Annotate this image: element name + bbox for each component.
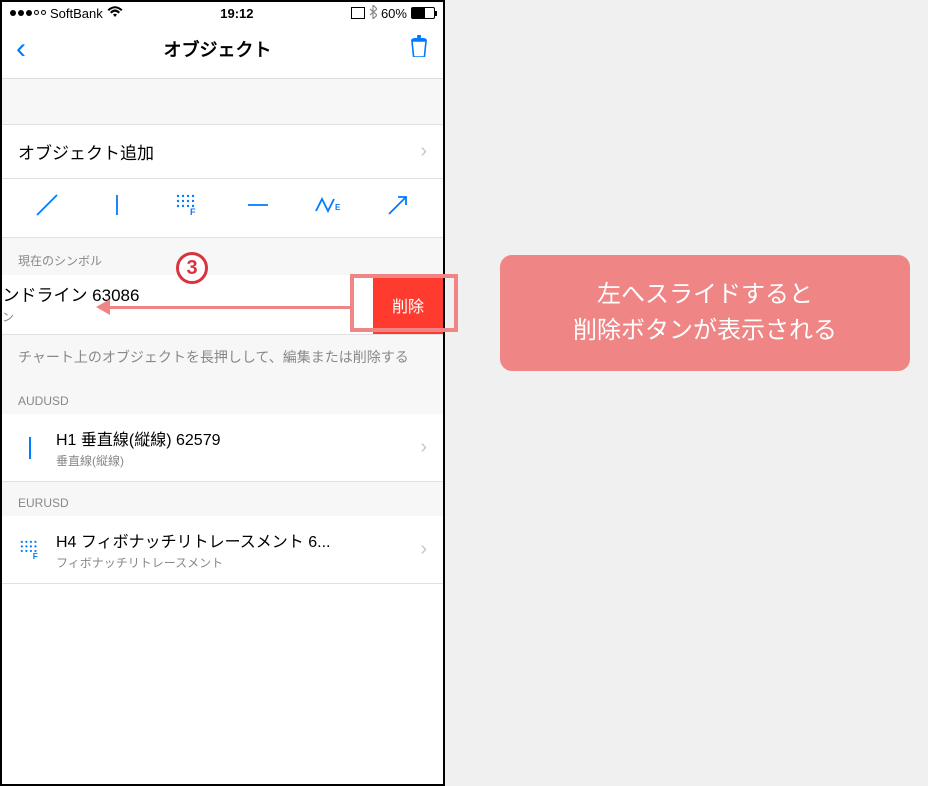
trash-button[interactable] [409,35,429,63]
trendline-tool-icon[interactable] [27,193,67,223]
status-bar: SoftBank 19:12 60% [2,2,443,24]
status-time: 19:12 [220,6,253,21]
signal-strength-icon [10,10,46,16]
object-subtitle: フィボナッチリトレースメント [56,554,406,571]
arrow-tool-icon[interactable] [378,193,418,223]
fibonacci-icon: F [18,540,42,560]
page-title: オブジェクト [164,36,272,62]
vertical-line-icon [18,437,42,459]
spacer [2,79,443,125]
wifi-icon [107,5,123,21]
add-object-row[interactable]: オブジェクト追加 › [2,125,443,179]
callout-line-2: 削除ボタンが表示される [530,313,880,349]
back-button[interactable]: ‹ [16,34,26,64]
chevron-right-icon: › [420,140,427,163]
svg-text:F: F [33,552,38,560]
delete-button[interactable]: 削除 [373,275,443,334]
section-header-audusd: AUDUSD [2,380,443,414]
swiped-item-subtitle: レンドライン [0,308,322,325]
chevron-right-icon: › [420,538,427,561]
object-row-eurusd-0[interactable]: F H4 フィボナッチリトレースメント 6... フィボナッチリトレースメント … [2,516,443,584]
vertical-line-tool-icon[interactable] [97,193,137,223]
fibonacci-tool-icon[interactable]: F [167,194,207,222]
svg-text:F: F [190,207,196,216]
annotation-callout: 左へスライドすると 削除ボタンが表示される [500,255,910,371]
phone-frame: SoftBank 19:12 60% ‹ オブジェクト オブジェクト追加 › [0,0,445,786]
delete-button-label: 削除 [392,293,424,317]
hint-text: チャート上のオブジェクトを長押しして、編集または削除する [2,335,443,380]
annotation-arrow [100,306,350,309]
chevron-right-icon: › [420,436,427,459]
object-subtitle: 垂直線(縦線) [56,452,406,469]
section-header-current: 現在のシンボル [2,238,443,275]
battery-icon [411,7,435,19]
callout-line-1: 左へスライドすると [530,277,880,313]
tool-strip: F E [2,179,443,238]
annotation-step-number: 3 [176,252,208,284]
object-title: H1 垂直線(縦線) 62579 [56,426,406,450]
orientation-lock-icon [351,7,365,19]
battery-percent: 60% [381,6,407,21]
object-title: H4 フィボナッチリトレースメント 6... [56,528,406,552]
carrier-label: SoftBank [50,6,103,21]
horizontal-line-tool-icon[interactable] [238,193,278,223]
zigzag-tool-icon[interactable]: E [308,193,348,223]
add-object-label: オブジェクト追加 [18,139,154,164]
swiped-item-title: H4 トレンドライン 63086 [0,281,322,306]
svg-text:E: E [335,203,341,212]
bluetooth-icon [369,5,377,22]
swiped-object-row[interactable]: H4 トレンドライン 63086 レンドライン 削除 [2,275,443,335]
section-header-eurusd: EURUSD [2,482,443,516]
object-row-audusd-0[interactable]: H1 垂直線(縦線) 62579 垂直線(縦線) › [2,414,443,482]
nav-bar: ‹ オブジェクト [2,24,443,79]
